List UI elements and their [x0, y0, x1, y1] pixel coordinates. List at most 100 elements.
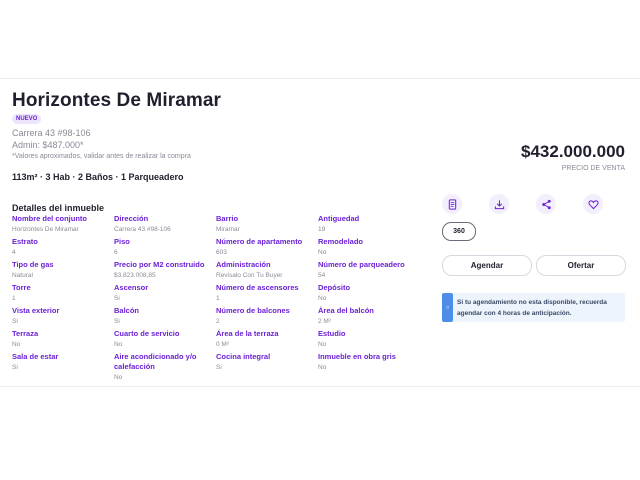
listing-title: Horizontes De Miramar	[12, 90, 222, 111]
detail-numero-balcones: Número de balcones 2	[216, 306, 318, 329]
detail-precio-m2: Precio por M2 construido $3.823.008,85	[114, 260, 216, 283]
info-icon: ○	[442, 293, 453, 322]
detail-value: 2	[216, 318, 220, 325]
details-grid: Nombre del conjunto Horizontes De Miramar…	[12, 214, 420, 386]
detail-key: Terraza	[12, 329, 39, 338]
detail-key: Piso	[114, 237, 130, 246]
detail-value: No	[318, 364, 327, 371]
detail-key: Dirección	[114, 214, 149, 223]
detail-terraza: Terraza No	[12, 329, 114, 352]
action-icons	[442, 194, 603, 214]
ofertar-button[interactable]: Ofertar	[536, 255, 626, 276]
admin-fee: Admin: $487.000*	[12, 140, 84, 150]
detail-cuarto-servicio: Cuarto de servicio No	[114, 329, 216, 352]
heart-icon	[587, 199, 599, 209]
detail-area-terraza: Área de la terraza 0 M²	[216, 329, 318, 352]
favorite-button[interactable]	[583, 194, 603, 214]
detail-deposito: Depósito No	[318, 283, 420, 306]
detail-key: Estudio	[318, 329, 346, 338]
listing-address: Carrera 43 #98-106	[12, 128, 91, 138]
detail-area-balcon: Área del balcón 2 M²	[318, 306, 420, 329]
detail-value: No	[318, 341, 327, 348]
detail-value: 1	[216, 295, 220, 302]
detail-cocina-integral: Cocina integral Si	[216, 352, 318, 386]
detail-estrato: Estrato 4	[12, 237, 114, 260]
detail-value: 603	[216, 249, 227, 256]
detail-value: No	[318, 295, 327, 302]
detail-key: Vista exterior	[12, 306, 60, 315]
top-divider	[0, 78, 640, 79]
detail-key: Nombre del conjunto	[12, 214, 87, 223]
detail-torre: Torre 1	[12, 283, 114, 306]
detail-value: 2 M²	[318, 318, 331, 325]
detail-barrio: Barrio Miramar	[216, 214, 318, 237]
details-title: Detalles del inmueble	[12, 203, 105, 213]
detail-numero-parqueadero: Número de parqueadero 54	[318, 260, 420, 283]
detail-value: 19	[318, 226, 326, 233]
detail-key: Antiguedad	[318, 214, 360, 223]
detail-value: No	[318, 249, 327, 256]
schedule-info-alert: ○ Si tu agendamiento no esta disponible,…	[442, 293, 625, 322]
detail-key: Precio por M2 construido	[114, 260, 205, 269]
sale-price-label: PRECIO DE VENTA	[561, 165, 625, 172]
share-button[interactable]	[536, 194, 556, 214]
download-button[interactable]	[489, 194, 509, 214]
detail-value: Si	[12, 364, 18, 371]
detail-key: Número de apartamento	[216, 237, 303, 246]
detail-key: Remodelado	[318, 237, 364, 246]
detail-value: Si	[114, 295, 120, 302]
virtual-tour-button[interactable]: 360	[442, 222, 476, 241]
detail-key: Cuarto de servicio	[114, 329, 180, 338]
document-icon	[448, 198, 456, 210]
detail-ascensor: Ascensor Si	[114, 283, 216, 306]
sale-price: $432.000.000	[521, 142, 625, 161]
detail-aire-acondicionado: Aire acondicionado y/o calefacción No	[114, 352, 216, 386]
detail-value: $3.823.008,85	[114, 272, 156, 279]
share-icon	[541, 199, 551, 209]
detail-value: Revisalo Con Tu Buyer	[216, 272, 283, 279]
detail-estudio: Estudio No	[318, 329, 420, 352]
detail-value: Si	[216, 364, 222, 371]
detail-value: Horizontes De Miramar	[12, 226, 79, 233]
detail-numero-apartamento: Número de apartamento 603	[216, 237, 318, 260]
detail-key: Número de ascensores	[216, 283, 299, 292]
detail-key: Ascensor	[114, 283, 149, 292]
detail-nombre-conjunto: Nombre del conjunto Horizontes De Miramar	[12, 214, 114, 237]
detail-value: Miramar	[216, 226, 240, 233]
detail-key: Tipo de gas	[12, 260, 54, 269]
detail-key: Sala de estar	[12, 352, 59, 361]
detail-direccion: Dirección Carrera 43 #98-106	[114, 214, 216, 237]
download-icon	[494, 199, 504, 209]
bottom-divider	[0, 386, 640, 387]
detail-value: No	[12, 341, 21, 348]
detail-key: Estrato	[12, 237, 38, 246]
detail-key: Cocina integral	[216, 352, 271, 361]
detail-tipo-gas: Tipo de gas Natural	[12, 260, 114, 283]
agendar-button[interactable]: Agendar	[442, 255, 532, 276]
detail-value: 6	[114, 249, 118, 256]
detail-value: 4	[12, 249, 16, 256]
detail-value: Natural	[12, 272, 33, 279]
detail-numero-ascensores: Número de ascensores 1	[216, 283, 318, 306]
detail-key: Depósito	[318, 283, 351, 292]
disclaimer-note: *Valores aproximados, validar antes de r…	[12, 153, 191, 160]
detail-value: 0 M²	[216, 341, 229, 348]
document-button[interactable]	[442, 194, 462, 214]
detail-key: Número de balcones	[216, 306, 290, 315]
detail-key: Barrio	[216, 214, 239, 223]
detail-balcon: Balcón Si	[114, 306, 216, 329]
detail-value: Carrera 43 #98-106	[114, 226, 171, 233]
detail-obra-gris: Inmueble en obra gris No	[318, 352, 420, 386]
detail-value: Si	[114, 318, 120, 325]
detail-key: Aire acondicionado y/o calefacción	[114, 352, 197, 371]
listing-specs: 113m² · 3 Hab · 2 Baños · 1 Parqueadero	[12, 172, 184, 182]
detail-sala-estar: Sala de estar Si	[12, 352, 114, 386]
detail-key: Número de parqueadero	[318, 260, 405, 269]
detail-key: Área del balcón	[318, 306, 374, 315]
detail-key: Balcón	[114, 306, 140, 315]
schedule-info-text: Si tu agendamiento no esta disponible, r…	[457, 299, 607, 317]
tour-360-icon: 360	[453, 228, 465, 235]
detail-value: No	[114, 374, 123, 381]
detail-value: Si	[12, 318, 18, 325]
detail-administracion: Administración Revisalo Con Tu Buyer	[216, 260, 318, 283]
